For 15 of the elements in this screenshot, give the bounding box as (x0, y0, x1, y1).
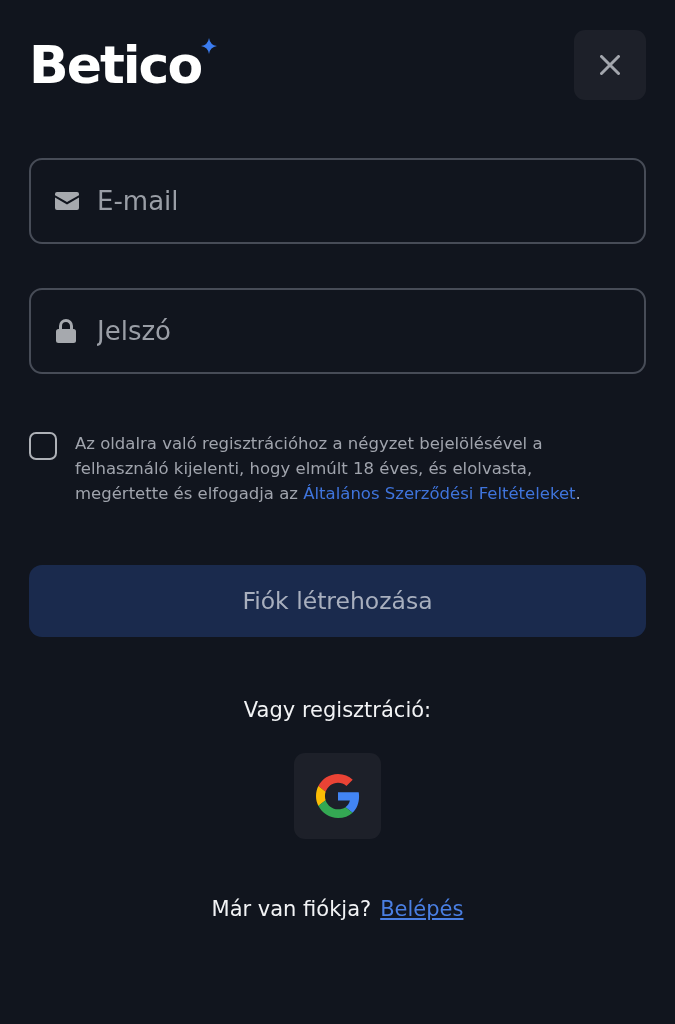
social-label: Vagy regisztráció: (243, 697, 432, 723)
lock-icon (56, 319, 76, 343)
sparkle-icon (201, 38, 218, 54)
close-icon (600, 55, 620, 75)
login-link[interactable]: Belépés (380, 896, 464, 922)
google-sign-in-button[interactable] (294, 753, 381, 839)
terms-link[interactable]: Általános Szerződési Feltételeket (303, 484, 576, 503)
mail-icon (55, 192, 79, 210)
terms-text: Az oldalra való regisztrációhoz a négyzet bejelölésével a felhasználó kijelenti, hogy elmúlt 18 éves, és elolvasta, megértette és elfogadja az Általános Szerződési Feltételeket. (75, 433, 582, 505)
login-prompt: Már van fiókja? (211, 896, 372, 922)
terms-checkbox[interactable] (29, 432, 57, 460)
close-button[interactable] (574, 30, 646, 100)
google-g-icon (315, 774, 360, 818)
logo: Betico (29, 38, 202, 92)
email-field[interactable]: E-mail (29, 158, 646, 244)
